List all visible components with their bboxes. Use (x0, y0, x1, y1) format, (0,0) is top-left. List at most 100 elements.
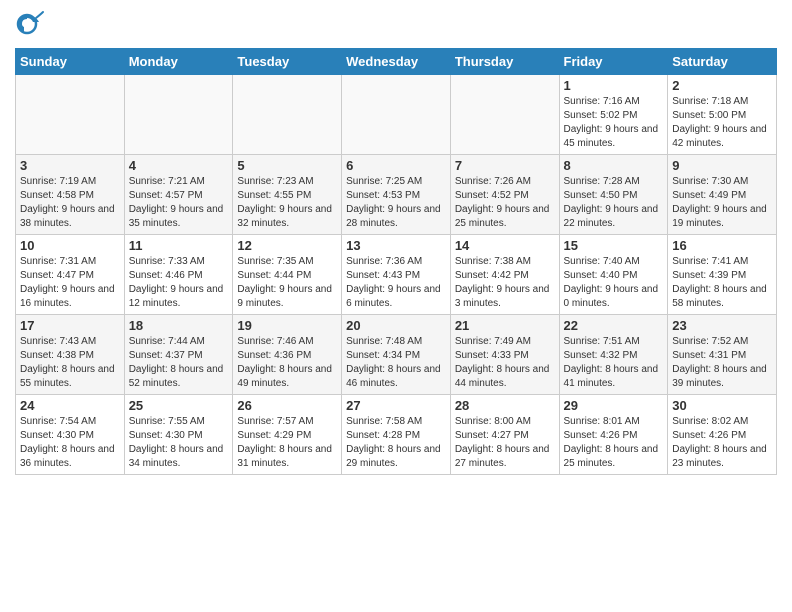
day-info: Sunrise: 7:57 AM Sunset: 4:29 PM Dayligh… (237, 415, 337, 471)
day-info: Sunrise: 7:19 AM Sunset: 4:58 PM Dayligh… (20, 175, 120, 231)
calendar-cell: 29 Sunrise: 8:01 AM Sunset: 4:26 PM Dayli… (559, 395, 668, 475)
day-info: Sunrise: 7:52 AM Sunset: 4:31 PM Dayligh… (672, 335, 772, 391)
calendar-cell: 2 Sunrise: 7:18 AM Sunset: 5:00 PM Daylig… (668, 75, 777, 155)
day-info: Sunrise: 7:23 AM Sunset: 4:55 PM Dayligh… (237, 175, 337, 231)
day-number: 4 (129, 158, 229, 173)
calendar-week-row: 1 Sunrise: 7:16 AM Sunset: 5:02 PM Daylig… (16, 75, 777, 155)
calendar-cell: 6Sunrise: 7:25 AM Sunset: 4:53 PM Daylig… (342, 155, 451, 235)
day-number: 6 (346, 158, 446, 173)
day-info: Sunrise: 7:35 AM Sunset: 4:44 PM Dayligh… (237, 255, 337, 311)
calendar-cell (450, 75, 559, 155)
day-number: 28 (455, 398, 555, 413)
calendar-cell: 27Sunrise: 7:58 AM Sunset: 4:28 PM Dayli… (342, 395, 451, 475)
day-info: Sunrise: 7:44 AM Sunset: 4:37 PM Dayligh… (129, 335, 229, 391)
day-info: Sunrise: 7:41 AM Sunset: 4:39 PM Dayligh… (672, 255, 772, 311)
day-number: 30 (672, 398, 772, 413)
calendar-week-row: 24 Sunrise: 7:54 AM Sunset: 4:30 PM Dayli… (16, 395, 777, 475)
calendar-cell: 12 Sunrise: 7:35 AM Sunset: 4:44 PM Dayli… (233, 235, 342, 315)
day-info: Sunrise: 7:49 AM Sunset: 4:33 PM Dayligh… (455, 335, 555, 391)
calendar-header-wednesday: Wednesday (342, 49, 451, 75)
calendar-cell: 14Sunrise: 7:38 AM Sunset: 4:42 PM Dayli… (450, 235, 559, 315)
calendar-cell: 3 Sunrise: 7:19 AM Sunset: 4:58 PM Daylig… (16, 155, 125, 235)
calendar-cell: 16 Sunrise: 7:41 AM Sunset: 4:39 PM Dayli… (668, 235, 777, 315)
calendar-week-row: 3 Sunrise: 7:19 AM Sunset: 4:58 PM Daylig… (16, 155, 777, 235)
calendar-cell (16, 75, 125, 155)
day-info: Sunrise: 7:40 AM Sunset: 4:40 PM Dayligh… (564, 255, 664, 311)
calendar-cell: 11 Sunrise: 7:33 AM Sunset: 4:46 PM Dayli… (124, 235, 233, 315)
day-number: 10 (20, 238, 120, 253)
day-number: 3 (20, 158, 120, 173)
calendar-cell: 4 Sunrise: 7:21 AM Sunset: 4:57 PM Daylig… (124, 155, 233, 235)
day-number: 13 (346, 238, 446, 253)
day-number: 1 (564, 78, 664, 93)
calendar-header-sunday: Sunday (16, 49, 125, 75)
calendar-cell: 13 Sunrise: 7:36 AM Sunset: 4:43 PM Dayli… (342, 235, 451, 315)
calendar-header-monday: Monday (124, 49, 233, 75)
day-info: Sunrise: 7:48 AM Sunset: 4:34 PM Dayligh… (346, 335, 446, 391)
day-number: 11 (129, 238, 229, 253)
day-info: Sunrise: 7:54 AM Sunset: 4:30 PM Dayligh… (20, 415, 120, 471)
day-number: 7 (455, 158, 555, 173)
calendar-header-friday: Friday (559, 49, 668, 75)
day-number: 20 (346, 318, 446, 333)
day-info: Sunrise: 8:01 AM Sunset: 4:26 PM Dayligh… (564, 415, 664, 471)
calendar-week-row: 17 Sunrise: 7:43 AM Sunset: 4:38 PM Dayli… (16, 315, 777, 395)
calendar-cell: 28 Sunrise: 8:00 AM Sunset: 4:27 PM Dayli… (450, 395, 559, 475)
calendar: SundayMondayTuesdayWednesdayThursdayFrid… (15, 48, 777, 475)
calendar-cell: 15 Sunrise: 7:40 AM Sunset: 4:40 PM Dayli… (559, 235, 668, 315)
day-info: Sunrise: 7:36 AM Sunset: 4:43 PM Dayligh… (346, 255, 446, 311)
calendar-cell: 8 Sunrise: 7:28 AM Sunset: 4:50 PM Daylig… (559, 155, 668, 235)
day-info: Sunrise: 7:18 AM Sunset: 5:00 PM Dayligh… (672, 95, 772, 151)
calendar-cell: 7 Sunrise: 7:26 AM Sunset: 4:52 PM Daylig… (450, 155, 559, 235)
calendar-header-saturday: Saturday (668, 49, 777, 75)
calendar-week-row: 10 Sunrise: 7:31 AM Sunset: 4:47 PM Dayli… (16, 235, 777, 315)
calendar-header-thursday: Thursday (450, 49, 559, 75)
day-info: Sunrise: 7:46 AM Sunset: 4:36 PM Dayligh… (237, 335, 337, 391)
calendar-cell (233, 75, 342, 155)
day-info: Sunrise: 7:28 AM Sunset: 4:50 PM Dayligh… (564, 175, 664, 231)
day-number: 5 (237, 158, 337, 173)
day-info: Sunrise: 7:31 AM Sunset: 4:47 PM Dayligh… (20, 255, 120, 311)
calendar-cell: 20 Sunrise: 7:48 AM Sunset: 4:34 PM Dayli… (342, 315, 451, 395)
day-info: Sunrise: 7:26 AM Sunset: 4:52 PM Dayligh… (455, 175, 555, 231)
day-info: Sunrise: 8:00 AM Sunset: 4:27 PM Dayligh… (455, 415, 555, 471)
day-info: Sunrise: 7:16 AM Sunset: 5:02 PM Dayligh… (564, 95, 664, 151)
day-number: 21 (455, 318, 555, 333)
day-number: 19 (237, 318, 337, 333)
calendar-cell: 30Sunrise: 8:02 AM Sunset: 4:26 PM Dayli… (668, 395, 777, 475)
day-info: Sunrise: 7:43 AM Sunset: 4:38 PM Dayligh… (20, 335, 120, 391)
day-number: 27 (346, 398, 446, 413)
calendar-cell: 25Sunrise: 7:55 AM Sunset: 4:30 PM Dayli… (124, 395, 233, 475)
day-info: Sunrise: 7:38 AM Sunset: 4:42 PM Dayligh… (455, 255, 555, 311)
day-number: 23 (672, 318, 772, 333)
day-number: 8 (564, 158, 664, 173)
calendar-cell: 1 Sunrise: 7:16 AM Sunset: 5:02 PM Daylig… (559, 75, 668, 155)
day-info: Sunrise: 7:21 AM Sunset: 4:57 PM Dayligh… (129, 175, 229, 231)
day-number: 25 (129, 398, 229, 413)
calendar-cell (124, 75, 233, 155)
calendar-header-row: SundayMondayTuesdayWednesdayThursdayFrid… (16, 49, 777, 75)
calendar-cell: 23 Sunrise: 7:52 AM Sunset: 4:31 PM Dayli… (668, 315, 777, 395)
calendar-header-tuesday: Tuesday (233, 49, 342, 75)
day-info: Sunrise: 7:30 AM Sunset: 4:49 PM Dayligh… (672, 175, 772, 231)
day-number: 9 (672, 158, 772, 173)
calendar-cell: 26 Sunrise: 7:57 AM Sunset: 4:29 PM Dayli… (233, 395, 342, 475)
calendar-cell (342, 75, 451, 155)
day-number: 24 (20, 398, 120, 413)
calendar-cell: 9 Sunrise: 7:30 AM Sunset: 4:49 PM Daylig… (668, 155, 777, 235)
day-number: 26 (237, 398, 337, 413)
day-number: 22 (564, 318, 664, 333)
calendar-cell: 10 Sunrise: 7:31 AM Sunset: 4:47 PM Dayli… (16, 235, 125, 315)
day-number: 17 (20, 318, 120, 333)
calendar-cell: 19 Sunrise: 7:46 AM Sunset: 4:36 PM Dayli… (233, 315, 342, 395)
calendar-cell: 21 Sunrise: 7:49 AM Sunset: 4:33 PM Dayli… (450, 315, 559, 395)
day-number: 16 (672, 238, 772, 253)
calendar-cell: 5 Sunrise: 7:23 AM Sunset: 4:55 PM Daylig… (233, 155, 342, 235)
day-number: 29 (564, 398, 664, 413)
day-number: 12 (237, 238, 337, 253)
day-number: 15 (564, 238, 664, 253)
day-info: Sunrise: 7:33 AM Sunset: 4:46 PM Dayligh… (129, 255, 229, 311)
calendar-cell: 18Sunrise: 7:44 AM Sunset: 4:37 PM Dayli… (124, 315, 233, 395)
calendar-cell: 24 Sunrise: 7:54 AM Sunset: 4:30 PM Dayli… (16, 395, 125, 475)
day-number: 2 (672, 78, 772, 93)
